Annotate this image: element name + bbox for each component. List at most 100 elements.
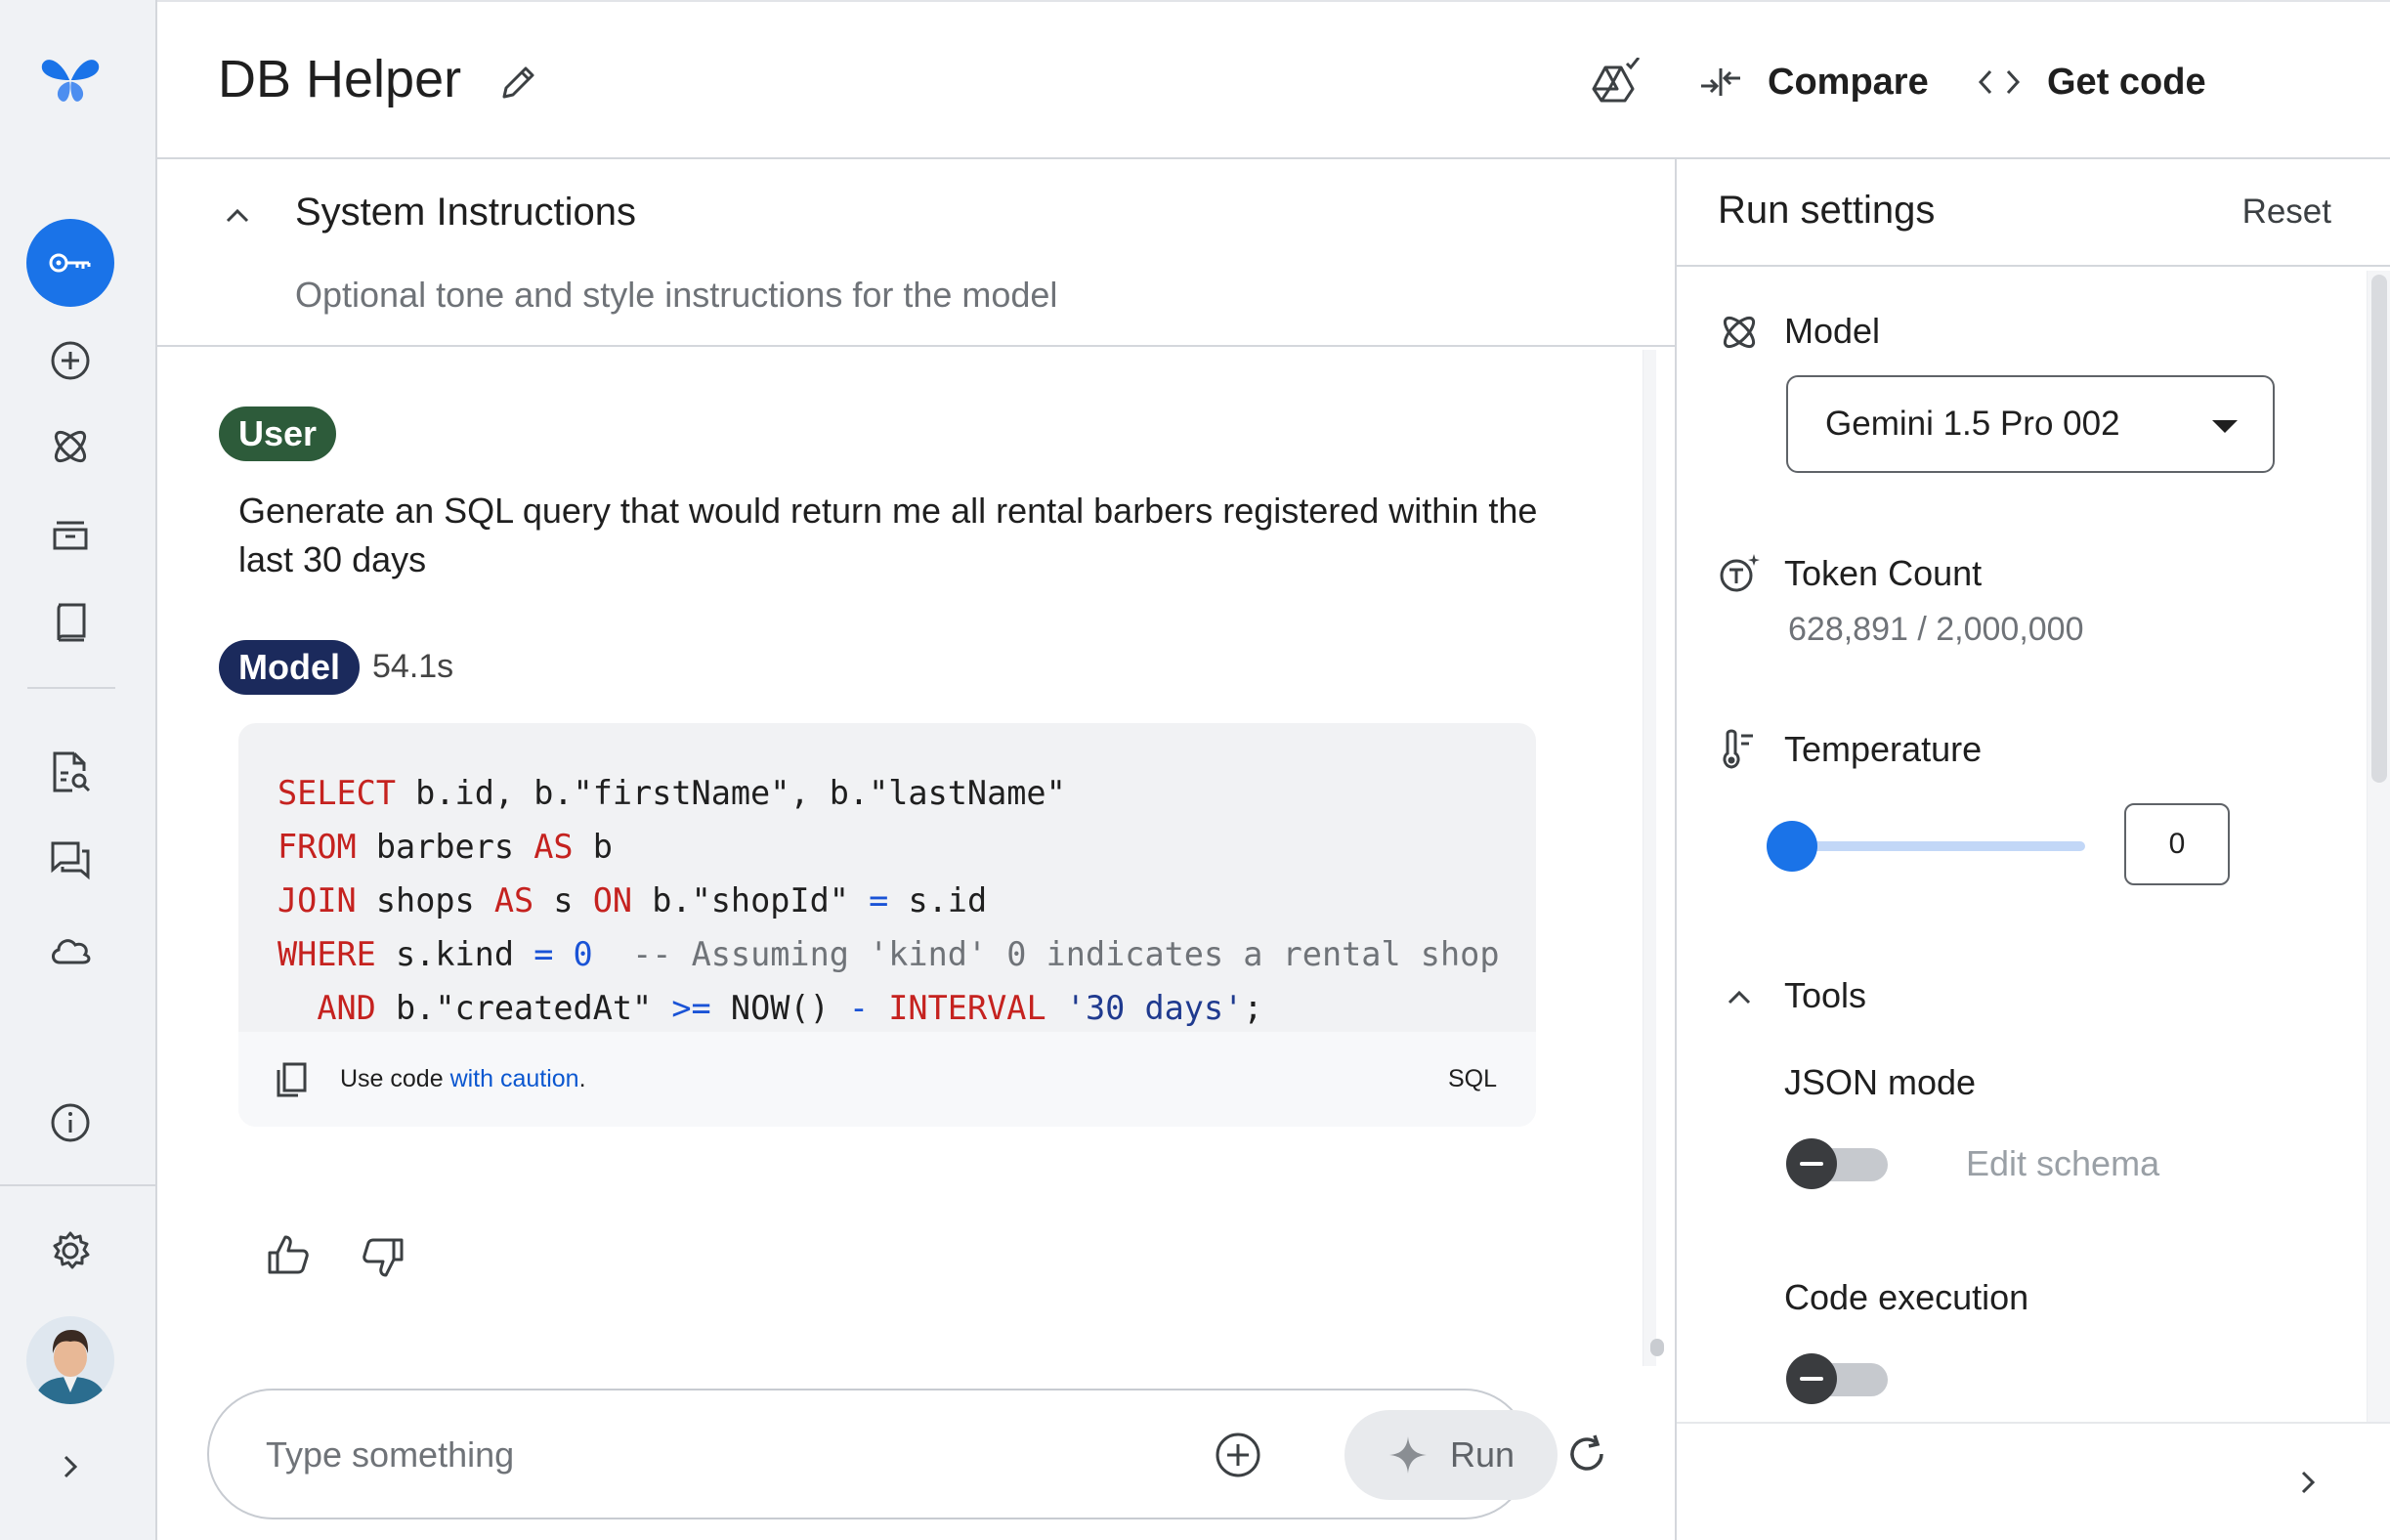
json-mode-label: JSON mode [1784, 1062, 1977, 1102]
compare-icon [1701, 68, 1740, 96]
cloud-icon [52, 939, 91, 964]
caution-suffix: . [578, 1065, 586, 1092]
prompt-box: Run [207, 1389, 1558, 1519]
code-caution-note: Use code with caution. [340, 1065, 586, 1093]
model-atom-icon [54, 430, 87, 463]
sql-code: SELECT b.id, b."firstName", b."lastName"… [277, 774, 1500, 1027]
model-atom-icon [1723, 316, 1756, 349]
run-settings-header: Run settings Reset [1677, 159, 2390, 267]
documentation-button[interactable] [39, 591, 102, 654]
toggle-off-icon [1786, 1138, 1837, 1189]
expand-rail-button[interactable] [39, 1435, 102, 1498]
cloud-button[interactable] [39, 919, 102, 981]
temperature-slider-track[interactable] [1792, 841, 2085, 851]
chevron-up-icon [226, 208, 249, 223]
prompt-gallery-button[interactable] [39, 741, 102, 803]
run-settings-title: Run settings [1718, 189, 1936, 232]
rerun-button[interactable] [1559, 1427, 1614, 1481]
tools-label: Tools [1784, 975, 1867, 1015]
info-icon [51, 1103, 90, 1142]
dropdown-caret-icon [2212, 420, 2238, 433]
model-select-value: Gemini 1.5 Pro 002 [1825, 405, 2120, 443]
chat-icon [51, 841, 90, 880]
run-settings-scrollbar-thumb[interactable] [2371, 275, 2387, 783]
user-role-chip: User [219, 406, 337, 461]
temperature-slider-thumb[interactable] [1767, 821, 1817, 872]
page-title: DB Helper [218, 50, 462, 108]
code-execution-toggle[interactable] [1786, 1353, 1888, 1404]
model-select[interactable]: Gemini 1.5 Pro 002 [1786, 375, 2275, 473]
create-prompt-button[interactable] [39, 329, 102, 392]
code-block: SELECT b.id, b."firstName", b."lastName"… [238, 723, 1536, 1127]
avatar[interactable] [26, 1316, 114, 1404]
run-settings-footer-divider [1677, 1422, 2390, 1424]
with-caution-link[interactable]: with caution [450, 1065, 579, 1092]
add-circle-icon [1216, 1433, 1260, 1477]
book-icon [57, 603, 86, 642]
reset-button[interactable]: Reset [2242, 192, 2331, 232]
rail-divider [27, 687, 115, 689]
compare-button[interactable]: Compare [1699, 53, 1929, 111]
top-header: DB Helper Compare Get code [157, 0, 2390, 159]
token-count-label: Token Count [1784, 553, 1983, 593]
developer-forum-button[interactable] [39, 829, 102, 891]
system-instructions-input[interactable]: Optional tone and style instructions for… [295, 275, 1057, 316]
user-message: Generate an SQL query that would return … [238, 491, 1538, 579]
code-execution-label: Code execution [1784, 1277, 2029, 1317]
thumb-up-icon [268, 1235, 309, 1274]
compare-label: Compare [1768, 61, 1929, 103]
sparkle-icon [1388, 1436, 1427, 1474]
chat-scrollbar-thumb[interactable] [1650, 1339, 1664, 1356]
chevron-right-icon [2301, 1471, 2316, 1494]
model-response-time: 54.1s [372, 648, 454, 685]
code-icon [1978, 69, 2021, 95]
run-button[interactable]: Run [1344, 1410, 1558, 1500]
run-settings-panel: Run settings Reset Model Gemini 1.5 Pro … [1675, 159, 2390, 1540]
chevron-right-icon [64, 1455, 78, 1478]
pencil-icon [502, 66, 534, 99]
add-circle-icon [51, 341, 90, 380]
chat-scrollbar[interactable] [1643, 350, 1656, 1366]
edit-schema-button[interactable]: Edit schema [1966, 1143, 2159, 1184]
settings-button[interactable] [39, 1219, 102, 1282]
get-code-button[interactable]: Get code [1977, 53, 2206, 111]
archive-icon [53, 521, 88, 550]
key-icon [49, 253, 91, 273]
get-api-key-button[interactable] [26, 219, 114, 307]
prompt-input[interactable] [266, 1428, 1145, 1482]
code-language-label: SQL [1447, 1065, 1497, 1092]
token-icon [1720, 554, 1760, 592]
copy-code-button[interactable] [272, 1059, 311, 1100]
collapse-system-instructions-button[interactable] [218, 196, 257, 235]
model-gallery-button[interactable] [39, 415, 102, 478]
code-block-footer: Use code with caution. SQL [238, 1032, 1536, 1127]
caution-prefix: Use code [340, 1065, 450, 1092]
run-label: Run [1449, 1434, 1515, 1475]
library-button[interactable] [39, 503, 102, 566]
good-response-button[interactable] [263, 1229, 314, 1280]
chevron-up-icon [1728, 990, 1751, 1005]
info-button[interactable] [39, 1091, 102, 1154]
model-label: Model [1784, 311, 1881, 351]
get-code-label: Get code [2047, 61, 2206, 103]
gemini-logo[interactable] [39, 49, 102, 111]
settings-icon [53, 1231, 90, 1269]
json-mode-toggle[interactable] [1786, 1138, 1888, 1189]
collapse-tools-button[interactable] [1720, 978, 1759, 1017]
thumb-down-icon [363, 1238, 404, 1277]
toggle-off-icon [1786, 1353, 1837, 1404]
save-to-drive-button[interactable] [1586, 55, 1644, 109]
temperature-input[interactable]: 0 [2124, 803, 2230, 885]
add-media-button[interactable] [1213, 1430, 1263, 1480]
expand-panel-button[interactable] [2288, 1459, 2327, 1506]
system-instructions-section: System Instructions Optional tone and st… [157, 159, 1675, 347]
token-count-value: 628,891 / 2,000,000 [1788, 611, 2084, 648]
chat-panel: System Instructions Optional tone and st… [157, 159, 1675, 1540]
doc-search-icon [53, 751, 91, 792]
rail-divider-bottom [0, 1184, 157, 1186]
drive-save-icon [1592, 58, 1641, 103]
model-role-chip: Model [219, 640, 360, 695]
system-instructions-title: System Instructions [295, 191, 637, 234]
edit-title-button[interactable] [495, 59, 542, 106]
bad-response-button[interactable] [358, 1232, 408, 1283]
